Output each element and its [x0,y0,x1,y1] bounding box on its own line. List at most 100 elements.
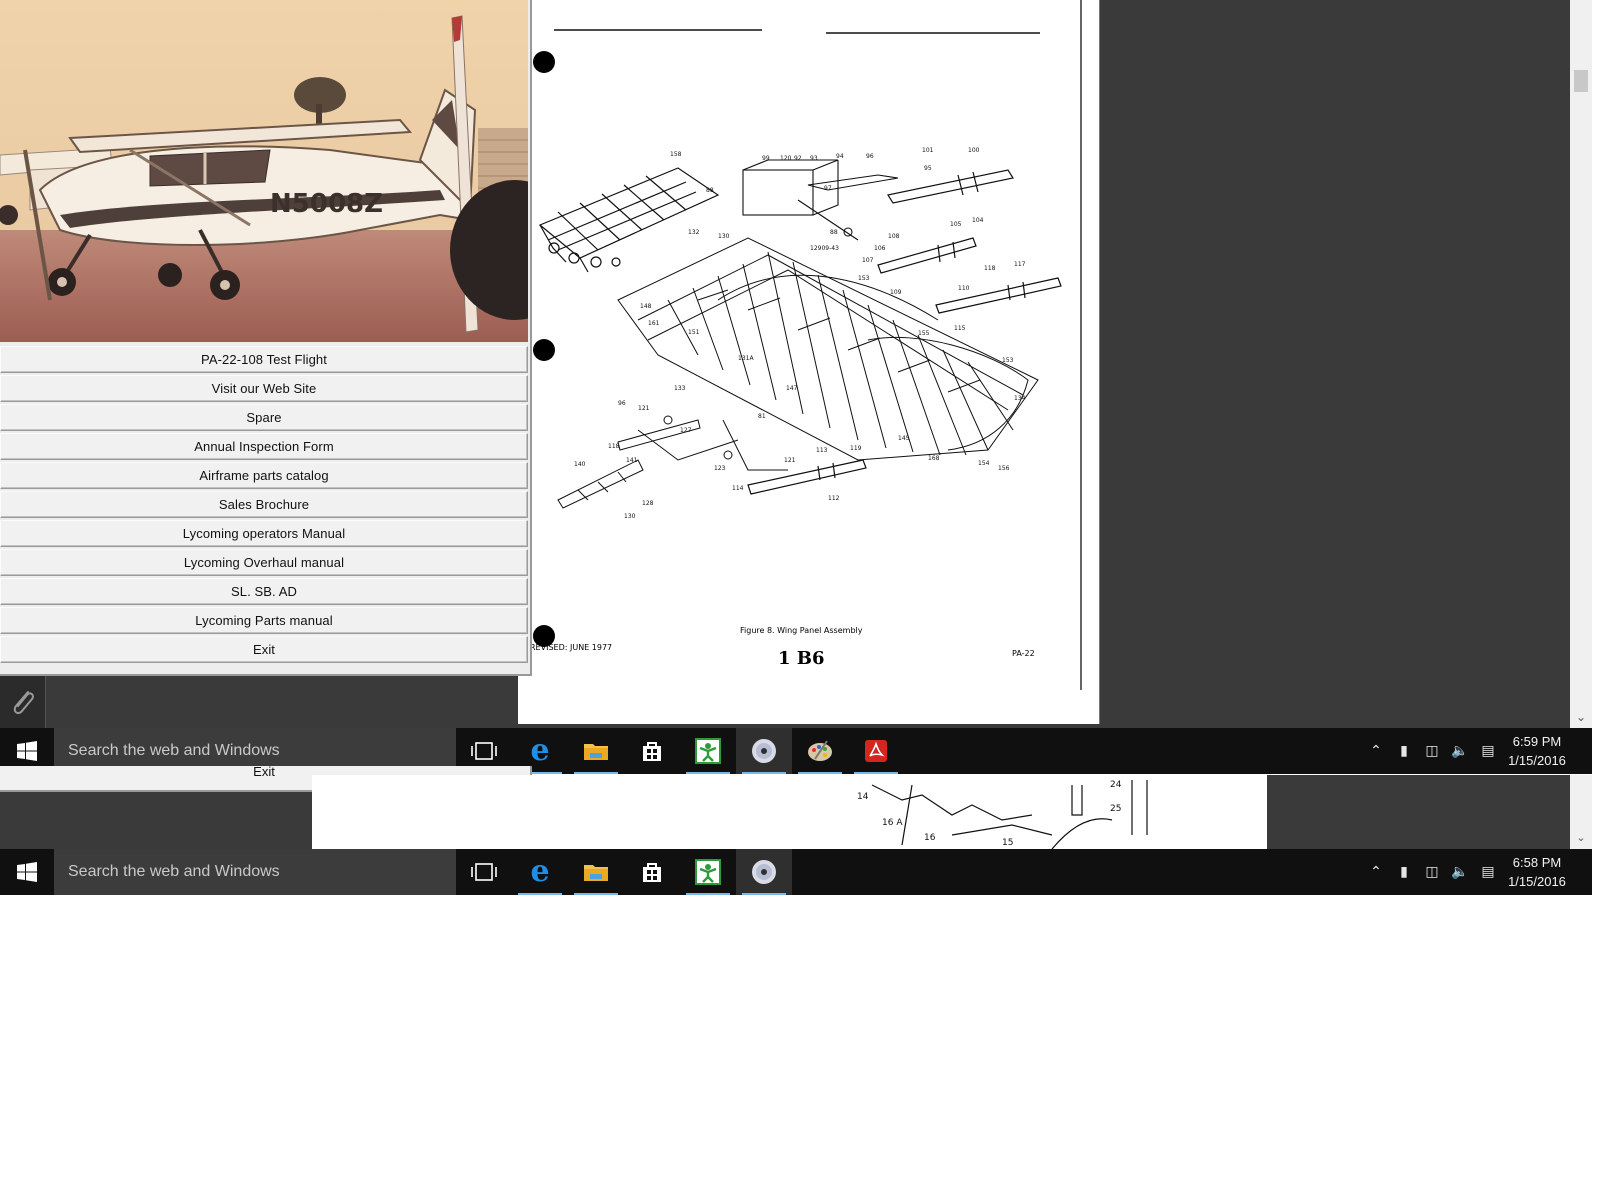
lycoming-operators-button[interactable]: Lycoming operators Manual [0,520,528,547]
task-view-button-back[interactable] [456,849,512,895]
svg-text:168: 168 [928,455,940,462]
exit-button[interactable]: Exit [0,636,528,663]
start-button-back[interactable] [0,849,54,895]
disc-app-taskbar-button[interactable] [736,728,792,774]
svg-text:12909-43: 12909-43 [810,245,839,252]
svg-text:92: 92 [794,155,802,162]
svg-text:110: 110 [958,285,970,292]
svg-text:96: 96 [866,153,874,160]
document-page-lower: 14 16 A 16 15 24 25 [312,775,1267,850]
edge-browser-icon: e [530,854,550,889]
vertical-scrollbar[interactable] [1570,0,1592,728]
svg-text:154: 154 [978,460,990,467]
svg-text:118: 118 [984,265,996,272]
search-box-back[interactable]: Search the web and Windows [54,849,456,895]
green-app-taskbar-button[interactable] [680,728,736,774]
svg-text:119: 119 [850,445,862,452]
clock-back[interactable]: 6:58 PM 1/15/2016 [1502,853,1572,891]
notification-icon[interactable]: ▤ [1474,864,1502,880]
svg-text:133: 133 [674,385,686,392]
explorer-taskbar-button-back[interactable] [568,849,624,895]
scroll-down-icon[interactable]: ⌄ [1572,708,1590,726]
edge-taskbar-button-back[interactable]: e [512,849,568,895]
svg-text:158: 158 [670,151,682,158]
paperclip-icon[interactable] [0,676,46,728]
scroll-down-icon-lower[interactable]: ⌄ [1572,830,1590,846]
binder-hole-middle [533,339,555,361]
clock-date-back: 1/15/2016 [1508,874,1566,889]
svg-text:151: 151 [688,329,700,336]
explorer-taskbar-button[interactable] [568,728,624,774]
green-app-icon [695,859,721,885]
svg-text:94: 94 [836,153,844,160]
volume-icon[interactable]: 🔈 [1446,864,1474,880]
svg-text:108: 108 [888,233,900,240]
svg-text:127: 127 [680,427,692,434]
edge-browser-icon: e [530,733,550,768]
svg-text:117: 117 [1014,261,1026,268]
task-view-icon [471,742,497,760]
acrobat-taskbar-button[interactable] [848,728,904,774]
svg-text:121: 121 [638,405,650,412]
green-app-taskbar-button-back[interactable] [680,849,736,895]
annual-inspection-button[interactable]: Annual Inspection Form [0,433,528,460]
clock[interactable]: 6:59 PM 1/15/2016 [1502,732,1572,770]
figure-caption: Figure 8. Wing Panel Assembly [740,626,863,635]
svg-text:93: 93 [810,155,818,162]
svg-text:113: 113 [816,447,828,454]
svg-text:148: 148 [640,303,652,310]
taskbar-back: Search the web and Windows e ⌃ ▮ ◫ 🔈 ▤ 6… [0,849,1592,895]
task-view-icon [471,863,497,881]
lycoming-parts-button[interactable]: Lycoming Parts manual [0,607,528,634]
svg-text:128: 128 [642,500,654,507]
attachment-strip [0,676,46,728]
sales-brochure-button[interactable]: Sales Brochure [0,491,528,518]
paint-palette-icon [808,740,832,761]
svg-text:120: 120 [780,155,792,162]
clock-time: 6:59 PM [1512,734,1562,749]
svg-text:112: 112 [828,495,840,502]
registration-text: N5008Z [270,189,383,219]
svg-text:100: 100 [968,147,980,154]
model-label: PA-22 [1012,649,1035,658]
notification-icon[interactable]: ▤ [1474,743,1502,759]
svg-text:130: 130 [718,233,730,240]
visit-website-button[interactable]: Visit our Web Site [0,375,528,402]
chevron-up-icon[interactable]: ⌃ [1362,864,1390,880]
disc-app-taskbar-button-back[interactable] [736,849,792,895]
volume-icon[interactable]: 🔈 [1446,743,1474,759]
sl-sb-ad-button[interactable]: SL. SB. AD [0,578,528,605]
svg-text:99: 99 [762,155,770,162]
file-explorer-icon [584,744,608,760]
svg-text:156: 156 [998,465,1010,472]
svg-text:134: 134 [1014,395,1026,402]
wing-panel-diagram: 158 99 120 92 93 94 96 101 100 95 88 97 88 12909-43… [530,0,1082,690]
paint-taskbar-button[interactable] [792,728,848,774]
airframe-parts-button[interactable]: Airframe parts catalog [0,462,528,489]
store-taskbar-button-back[interactable] [624,849,680,895]
network-icon[interactable]: ◫ [1418,743,1446,759]
scrollbar-thumb[interactable] [1574,70,1588,92]
svg-text:115: 115 [954,325,966,332]
svg-text:131A: 131A [738,355,754,362]
callout-24: 24 [1110,780,1122,790]
chevron-up-icon[interactable]: ⌃ [1362,743,1390,759]
binder-hole-top [533,51,555,73]
svg-text:104: 104 [972,217,984,224]
windows-logo-icon [17,741,37,761]
network-icon[interactable]: ◫ [1418,864,1446,880]
svg-text:114: 114 [732,485,744,492]
store-taskbar-button[interactable] [624,728,680,774]
callout-16: 16 [924,833,936,843]
spare-button[interactable]: Spare [0,404,528,431]
battery-icon[interactable]: ▮ [1390,864,1418,880]
clock-date: 1/15/2016 [1508,753,1566,768]
lycoming-overhaul-button[interactable]: Lycoming Overhaul manual [0,549,528,576]
svg-text:97: 97 [824,185,832,192]
test-flight-button[interactable]: PA-22-108 Test Flight [0,346,528,373]
svg-text:96: 96 [618,400,626,407]
svg-text:147: 147 [786,385,798,392]
battery-icon[interactable]: ▮ [1390,743,1418,759]
svg-text:118: 118 [608,443,620,450]
svg-text:140: 140 [574,461,586,468]
